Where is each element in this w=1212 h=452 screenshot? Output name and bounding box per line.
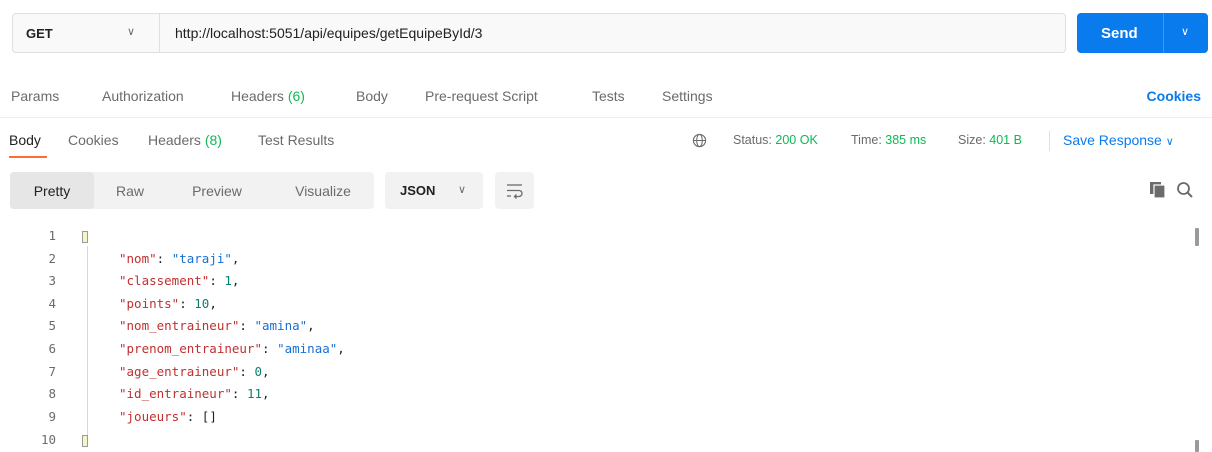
response-headers-label: Headers [148, 132, 201, 148]
scrollbar-thumb[interactable] [1195, 228, 1199, 246]
wrap-lines-button[interactable] [495, 172, 534, 209]
url-input[interactable]: http://localhost:5051/api/equipes/getEqu… [175, 14, 482, 52]
globe-icon[interactable] [692, 133, 707, 148]
response-tab-body[interactable]: Body [9, 132, 41, 148]
response-tab-test-results[interactable]: Test Results [258, 132, 334, 148]
code-line: "classement": 1, [119, 273, 240, 288]
send-button[interactable]: Send ∨ [1077, 13, 1208, 53]
response-headers-count: (8) [204, 132, 222, 148]
time-value: 385 ms [885, 133, 927, 147]
size-value: 401 B [989, 133, 1022, 147]
language-label: JSON [400, 183, 436, 198]
line-number: 10 [40, 432, 56, 447]
tab-body[interactable]: Body [356, 88, 388, 104]
status-separator [1049, 131, 1050, 151]
code-line-open [82, 228, 88, 243]
save-response-button[interactable]: Save Response ∨ [1063, 132, 1174, 148]
request-tabs: Params Authorization Headers (6) Body Pr… [0, 78, 1212, 114]
code-line: "nom": "taraji", [119, 251, 240, 266]
size-info[interactable]: Size: 401 B [958, 133, 1022, 147]
scrollbar-marker [1195, 440, 1199, 452]
pretty-button[interactable]: Pretty [10, 172, 94, 209]
code-line: "points": 10, [119, 296, 217, 311]
code-line: "id_entraineur": 11, [119, 386, 270, 401]
tab-headers-label: Headers [231, 88, 284, 104]
response-body-editor[interactable]: 1 2 "nom": "taraji", 3 "classement": 1, … [0, 226, 1212, 452]
bracket-highlight [82, 434, 88, 447]
line-number: 5 [48, 318, 56, 333]
method-label: GET [26, 25, 53, 41]
response-tab-headers[interactable]: Headers (8) [148, 132, 222, 148]
code-line: "age_entraineur": 0, [119, 364, 270, 379]
wrap-lines-icon [507, 184, 523, 199]
search-icon[interactable] [1175, 180, 1195, 200]
line-number: 6 [48, 341, 56, 356]
chevron-down-icon: ∨ [1165, 136, 1174, 148]
bracket-highlight [82, 230, 88, 243]
code-line-close [82, 432, 88, 447]
line-number: 7 [48, 364, 56, 379]
send-label: Send [1101, 24, 1138, 42]
response-tab-cookies[interactable]: Cookies [68, 132, 119, 148]
url-box: GET ∨ http://localhost:5051/api/equipes/… [12, 13, 1066, 53]
response-tabs: Body Cookies Headers (8) Test Results St… [0, 124, 1212, 158]
copy-icon[interactable] [1148, 180, 1168, 200]
chevron-down-icon: ∨ [127, 26, 136, 38]
status-value: 200 OK [775, 133, 818, 147]
line-number: 2 [48, 251, 56, 266]
chevron-down-icon: ∨ [458, 184, 467, 196]
section-divider [0, 117, 1212, 118]
active-tab-indicator [9, 156, 47, 158]
status-label: Status: [733, 133, 772, 147]
visualize-button[interactable]: Visualize [278, 172, 368, 209]
send-split-divider [1163, 13, 1164, 53]
line-number: 9 [48, 409, 56, 424]
tab-headers[interactable]: Headers (6) [231, 88, 305, 104]
headers-count: (6) [287, 88, 305, 104]
method-select[interactable]: GET ∨ [13, 14, 160, 52]
time-info[interactable]: Time: 385 ms [851, 133, 926, 147]
send-options-chevron-icon[interactable]: ∨ [1181, 25, 1189, 38]
view-mode-group: Pretty Raw Preview Visualize [10, 172, 374, 209]
language-select[interactable]: JSON ∨ [385, 172, 483, 209]
line-number: 8 [48, 386, 56, 401]
tab-pre-request-script[interactable]: Pre-request Script [425, 88, 538, 104]
indent-guide [87, 246, 88, 442]
tab-tests[interactable]: Tests [592, 88, 625, 104]
cookies-link[interactable]: Cookies [1147, 88, 1201, 104]
line-number: 4 [48, 296, 56, 311]
line-number: 3 [48, 273, 56, 288]
code-line: "joueurs": [] [119, 409, 217, 424]
size-label: Size: [958, 133, 986, 147]
save-response-label: Save Response [1063, 132, 1162, 148]
code-line: "prenom_entraineur": "aminaa", [119, 341, 345, 356]
preview-button[interactable]: Preview [176, 172, 258, 209]
request-bar: GET ∨ http://localhost:5051/api/equipes/… [12, 13, 1208, 53]
status-info[interactable]: Status: 200 OK [733, 133, 818, 147]
tab-params[interactable]: Params [11, 88, 59, 104]
time-label: Time: [851, 133, 882, 147]
tab-settings[interactable]: Settings [662, 88, 713, 104]
code-line: "nom_entraineur": "amina", [119, 318, 315, 333]
line-number: 1 [48, 228, 56, 243]
tab-authorization[interactable]: Authorization [102, 88, 184, 104]
raw-button[interactable]: Raw [104, 172, 156, 209]
